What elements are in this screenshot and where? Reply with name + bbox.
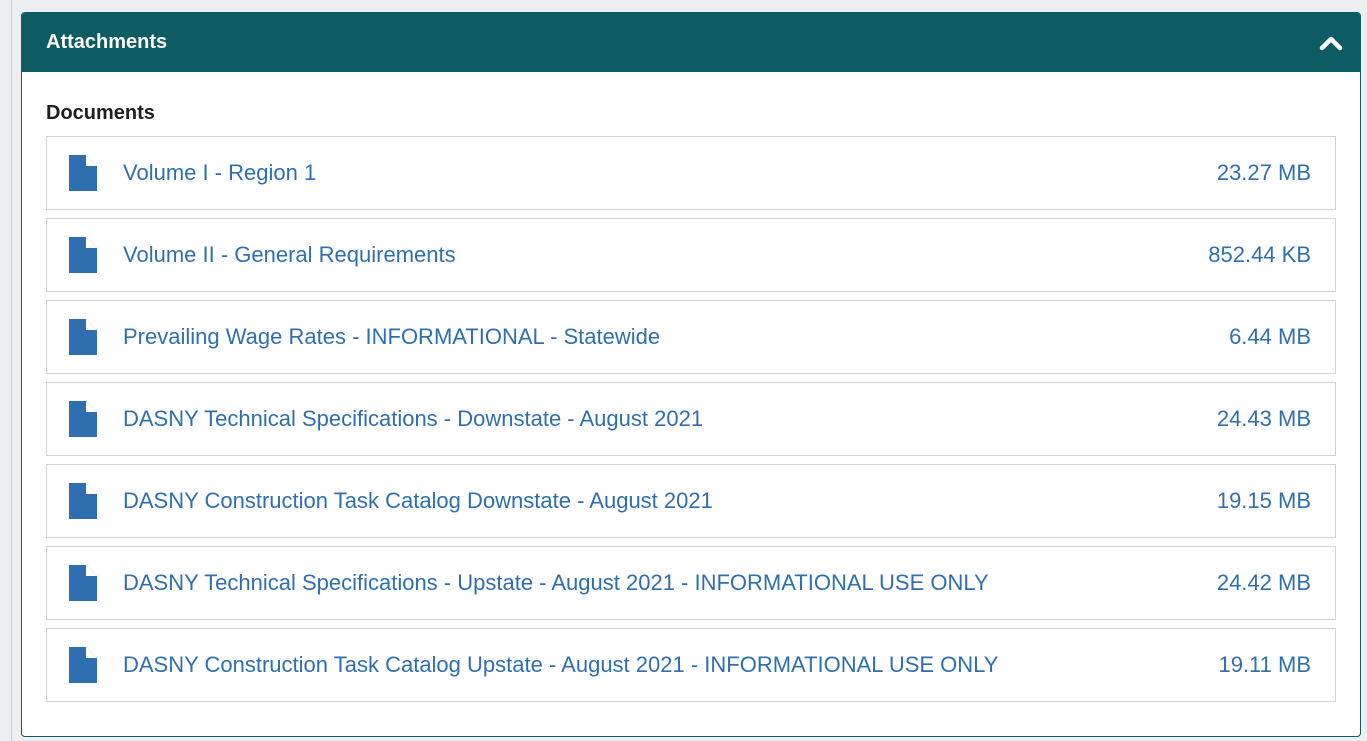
document-link[interactable]: Prevailing Wage Rates - INFORMATIONAL - … [123, 324, 1229, 350]
document-link[interactable]: DASNY Construction Task Catalog Downstat… [123, 488, 1217, 514]
file-icon [69, 155, 97, 191]
collapse-button[interactable] [1316, 28, 1346, 58]
file-icon [69, 565, 97, 601]
panel-title: Attachments [46, 31, 168, 53]
document-item[interactable]: DASNY Technical Specifications - Downsta… [46, 382, 1336, 456]
file-icon [69, 401, 97, 437]
document-size: 24.43 MB [1216, 406, 1311, 431]
attachments-panel-header[interactable]: Attachments [22, 13, 1360, 72]
attachments-panel-body: Documents Volume I - Region 1 23.27 MB V… [22, 72, 1360, 702]
file-icon [69, 647, 97, 683]
document-item[interactable]: Volume II - General Requirements 852.44 … [46, 218, 1336, 292]
attachments-panel: Attachments Documents Volume I - Region … [21, 12, 1361, 737]
document-size: 24.42 MB [1216, 570, 1311, 595]
document-link[interactable]: Volume II - General Requirements [123, 242, 1208, 268]
document-size: 6.44 MB [1229, 324, 1311, 349]
document-item[interactable]: Volume I - Region 1 23.27 MB [46, 136, 1336, 210]
page-left-edge [0, 0, 12, 741]
document-item[interactable]: DASNY Technical Specifications - Upstate… [46, 546, 1336, 620]
document-item[interactable]: Prevailing Wage Rates - INFORMATIONAL - … [46, 300, 1336, 374]
document-link[interactable]: DASNY Technical Specifications - Upstate… [123, 570, 1217, 596]
document-item[interactable]: DASNY Construction Task Catalog Upstate … [46, 628, 1336, 702]
document-size: 19.11 MB [1218, 652, 1311, 677]
file-icon [69, 319, 97, 355]
document-size: 852.44 KB [1208, 242, 1311, 267]
document-size: 19.15 MB [1216, 488, 1311, 513]
document-link[interactable]: DASNY Technical Specifications - Downsta… [123, 406, 1217, 432]
document-link[interactable]: Volume I - Region 1 [123, 160, 1217, 186]
document-list: Volume I - Region 1 23.27 MB Volume II -… [46, 136, 1336, 702]
file-icon [69, 483, 97, 519]
file-icon [69, 237, 97, 273]
chevron-up-icon [1319, 36, 1343, 50]
documents-section-title: Documents [46, 102, 155, 124]
document-size: 23.27 MB [1216, 160, 1311, 185]
document-link[interactable]: DASNY Construction Task Catalog Upstate … [123, 652, 1218, 678]
document-item[interactable]: DASNY Construction Task Catalog Downstat… [46, 464, 1336, 538]
